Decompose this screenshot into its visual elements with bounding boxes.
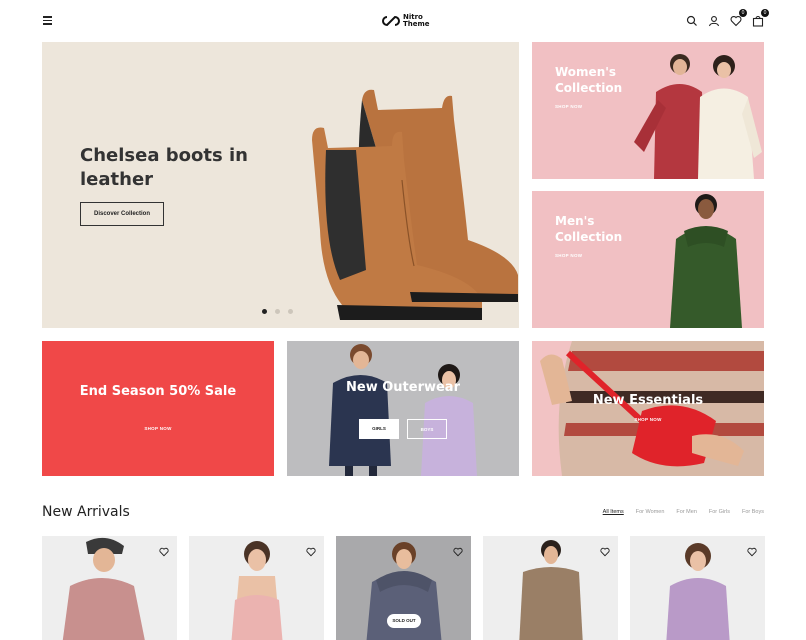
menu-icon[interactable] [43,16,52,25]
wishlist-heart-icon[interactable] [159,544,169,557]
product-card[interactable] [189,536,324,640]
mens-collection-banner[interactable]: Men's Collection SHOP NOW [532,191,764,328]
product-image [231,541,283,640]
sale-title: End Season 50% Sale [79,384,237,399]
discover-collection-button[interactable]: Discover Collection [80,202,164,226]
user-icon[interactable] [708,14,720,27]
logo-mark-icon [382,15,400,27]
womens-collection-banner[interactable]: Women's Collection SHOP NOW [532,42,764,179]
mens-shop-now-link[interactable]: SHOP NOW [555,253,582,258]
outerwear-title: New Outerwear [346,380,460,395]
essentials-shop-now-link[interactable]: SHOP NOW [532,417,764,422]
new-essentials-banner[interactable]: New Essentials SHOP NOW [532,341,764,476]
wishlist-count-badge: 0 [739,9,747,17]
boys-button[interactable]: BOYS [407,419,447,439]
hero-title: Chelsea boots in leather [80,145,248,190]
filter-for-women[interactable]: For Women [636,509,665,515]
wishlist-heart-icon[interactable] [306,544,316,557]
wishlist-heart-icon[interactable] [747,544,757,557]
filter-for-boys[interactable]: For Boys [742,509,764,515]
new-outerwear-banner[interactable]: New Outerwear GIRLS BOYS [287,341,519,476]
product-image [62,537,145,640]
sold-out-badge: SOLD OUT [387,614,421,628]
search-icon[interactable] [686,14,698,26]
slider-dot-1[interactable] [262,309,267,314]
filter-all-items[interactable]: All Items [603,509,624,515]
logo-line2: Theme [403,20,430,28]
new-arrivals-title: New Arrivals [42,504,130,520]
product-card[interactable] [630,536,765,640]
product-card[interactable] [483,536,618,640]
slider-dot-2[interactable] [275,309,280,314]
hero-slider[interactable]: Chelsea boots in leather Discover Collec… [42,42,519,328]
women-models-image [634,54,762,179]
cart-icon[interactable]: 0 [752,9,769,27]
boots-image [312,89,518,320]
womens-shop-now-link[interactable]: SHOP NOW [555,104,582,109]
kids-models-image [329,344,477,476]
slider-dots [262,309,293,314]
site-header: Nitro Theme 0 0 [0,0,806,42]
slider-dot-3[interactable] [288,309,293,314]
product-card[interactable]: SOLD OUT [336,536,471,640]
girls-button[interactable]: GIRLS [359,419,399,439]
cart-count-badge: 0 [761,9,769,17]
product-card[interactable] [42,536,177,640]
wishlist-heart-icon[interactable] [453,544,463,557]
sale-shop-now-link[interactable]: SHOP NOW [42,426,274,431]
mens-collection-title: Men's Collection [555,214,623,244]
essentials-title: New Essentials [592,393,704,408]
wishlist-heart-icon[interactable] [600,544,610,557]
product-image [666,543,730,640]
product-image [519,540,583,640]
filter-for-girls[interactable]: For Girls [709,509,730,515]
end-season-sale-banner[interactable]: End Season 50% Sale SHOP NOW [42,341,274,476]
wishlist-icon[interactable]: 0 [730,9,747,27]
man-model-image [670,194,742,328]
filter-for-men[interactable]: For Men [676,509,696,515]
arrival-filters: All Items For Women For Men For Girls Fo… [603,509,764,515]
logo[interactable]: Nitro Theme [382,12,430,30]
